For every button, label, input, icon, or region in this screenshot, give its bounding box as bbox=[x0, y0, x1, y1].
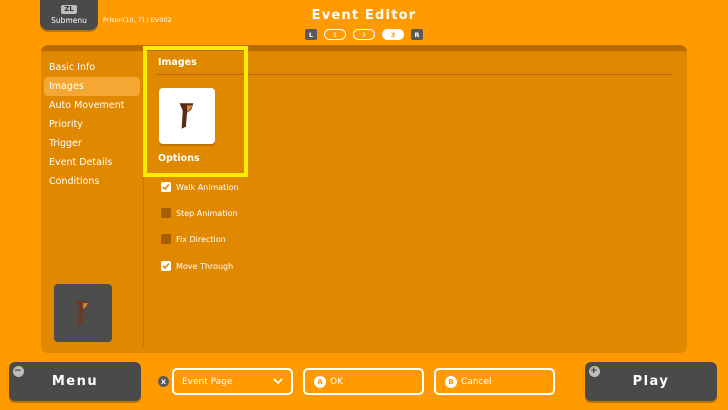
option-step-animation[interactable]: Step Animation bbox=[161, 208, 238, 218]
sidebar-item-event-details[interactable]: Event Details bbox=[44, 153, 140, 172]
sidebar: Basic Info Images Auto Movement Priority… bbox=[41, 51, 144, 347]
option-move-through[interactable]: Move Through bbox=[161, 261, 233, 271]
tab-page-1[interactable]: 1 bbox=[324, 29, 346, 40]
page-tabs: L 1 2 3 R bbox=[0, 29, 728, 40]
b-key-icon: B bbox=[445, 375, 457, 388]
checkbox-checked-icon[interactable] bbox=[161, 261, 171, 271]
sprite-icon bbox=[179, 103, 194, 129]
section-divider bbox=[155, 74, 673, 75]
sidebar-item-images[interactable]: Images bbox=[44, 77, 140, 96]
sidebar-item-priority[interactable]: Priority bbox=[44, 115, 140, 134]
ok-button[interactable]: A OK bbox=[303, 368, 424, 395]
a-key-icon: A bbox=[314, 375, 326, 388]
tab-page-3[interactable]: 3 bbox=[382, 29, 404, 40]
sidebar-nav: Basic Info Images Auto Movement Priority… bbox=[44, 58, 140, 191]
option-label: Step Animation bbox=[176, 208, 238, 218]
content-area: Images Options Walk Animation Step Anima… bbox=[143, 46, 685, 347]
option-walk-animation[interactable]: Walk Animation bbox=[161, 182, 238, 192]
event-page-select-value: Event Page bbox=[182, 376, 233, 387]
editor-panel: Basic Info Images Auto Movement Priority… bbox=[41, 45, 687, 353]
menu-button-label: Menu bbox=[51, 374, 99, 389]
sprite-icon bbox=[76, 301, 89, 325]
page-title: Event Editor bbox=[311, 8, 417, 23]
x-key-icon: X bbox=[158, 376, 169, 387]
event-page-select[interactable]: Event Page bbox=[172, 368, 293, 395]
option-fix-direction[interactable]: Fix Direction bbox=[161, 234, 226, 244]
plus-key-icon: + bbox=[589, 366, 600, 377]
cancel-button[interactable]: B Cancel bbox=[434, 368, 555, 395]
images-section-title: Images bbox=[158, 57, 197, 68]
sidebar-item-basic-info[interactable]: Basic Info bbox=[44, 58, 140, 77]
option-label: Walk Animation bbox=[176, 182, 239, 192]
cancel-button-label: Cancel bbox=[461, 376, 492, 387]
option-label: Move Through bbox=[176, 261, 234, 271]
checkbox-unchecked-icon[interactable] bbox=[161, 208, 171, 218]
option-label: Fix Direction bbox=[176, 234, 226, 244]
tab-page-2[interactable]: 2 bbox=[353, 29, 375, 40]
sidebar-item-conditions[interactable]: Conditions bbox=[44, 172, 140, 191]
event-image-selector[interactable] bbox=[159, 88, 215, 144]
options-section-title: Options bbox=[158, 153, 200, 164]
sidebar-item-auto-movement[interactable]: Auto Movement bbox=[44, 96, 140, 115]
sidebar-item-trigger[interactable]: Trigger bbox=[44, 134, 140, 153]
play-button-label: Play bbox=[632, 374, 670, 389]
l-key-icon[interactable]: L bbox=[305, 29, 317, 40]
menu-button[interactable]: − Menu bbox=[9, 362, 141, 401]
play-button[interactable]: + Play bbox=[585, 362, 717, 401]
event-preview-thumbnail bbox=[54, 284, 112, 342]
ok-button-label: OK bbox=[330, 376, 343, 387]
checkbox-checked-icon[interactable] bbox=[161, 182, 171, 192]
r-key-icon[interactable]: R bbox=[411, 29, 423, 40]
checkbox-unchecked-icon[interactable] bbox=[161, 234, 171, 244]
minus-key-icon: − bbox=[13, 366, 24, 377]
chevron-down-icon bbox=[273, 378, 283, 385]
